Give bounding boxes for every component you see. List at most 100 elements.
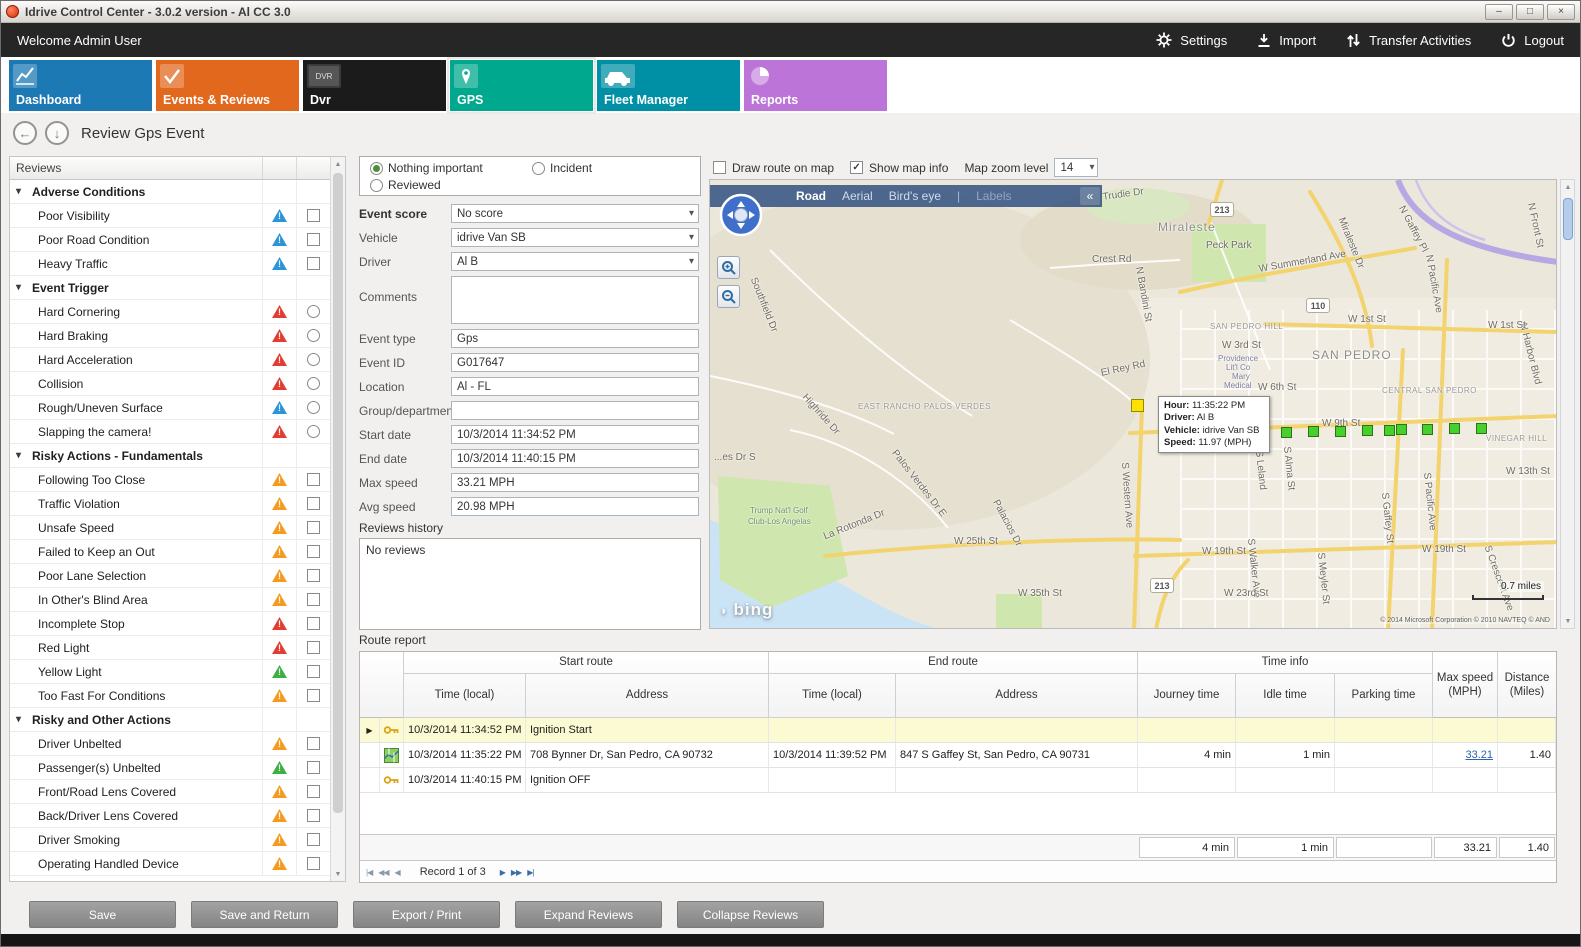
- map-scrollbar[interactable]: [1560, 179, 1575, 629]
- group-department-field[interactable]: [451, 401, 699, 420]
- route-marker-green[interactable]: [1308, 426, 1319, 437]
- start-address-column-header[interactable]: Address: [526, 674, 769, 718]
- export-print-button[interactable]: Export / Print: [353, 901, 500, 928]
- review-checkbox-red-light[interactable]: [307, 641, 320, 654]
- review-group-adverse-conditions[interactable]: Adverse Conditions: [10, 180, 330, 204]
- tab-events-reviews[interactable]: Events & Reviews: [156, 60, 299, 111]
- tab-fleet-manager[interactable]: Fleet Manager: [597, 60, 740, 111]
- location-field[interactable]: Al - FL: [451, 377, 699, 396]
- review-checkbox-back-driver-lens-covered[interactable]: [307, 809, 320, 822]
- collapse-arrow-icon[interactable]: [16, 186, 26, 197]
- review-checkbox-heavy-traffic[interactable]: [307, 257, 320, 270]
- tab-dvr[interactable]: DVRDvr: [303, 60, 446, 111]
- review-checkbox-driver-smoking[interactable]: [307, 833, 320, 846]
- start-time-column-header[interactable]: Time (local): [404, 674, 526, 718]
- review-checkbox-incomplete-stop[interactable]: [307, 617, 320, 630]
- review-checkbox-poor-visibility[interactable]: [307, 209, 320, 222]
- maximize-button[interactable]: [1516, 4, 1544, 20]
- tab-reports[interactable]: Reports: [744, 60, 887, 111]
- map-view-aerial[interactable]: Aerial: [842, 189, 873, 203]
- collapse-reviews-button[interactable]: Collapse Reviews: [677, 901, 824, 928]
- route-marker-green[interactable]: [1335, 426, 1346, 437]
- vehicle-select[interactable]: idrive Van SB: [451, 228, 699, 247]
- review-checkbox-following-too-close[interactable]: [307, 473, 320, 486]
- scroll-down-icon[interactable]: [331, 867, 345, 881]
- bing-logo[interactable]: bing: [720, 600, 773, 620]
- max-speed-column-header[interactable]: Max speed (MPH): [1433, 652, 1498, 718]
- review-checkbox-failed-to-keep-an-out[interactable]: [307, 545, 320, 558]
- route-marker-green[interactable]: [1396, 424, 1407, 435]
- save-and-return-button[interactable]: Save and Return: [191, 901, 338, 928]
- minimize-button[interactable]: [1485, 4, 1513, 20]
- review-radio-slapping-the-camera[interactable]: [307, 425, 320, 438]
- route-report-row[interactable]: 10/3/2014 11:40:15 PMIgnition OFF: [360, 768, 1556, 793]
- route-marker-green[interactable]: [1422, 424, 1433, 435]
- scrollbar-thumb[interactable]: [333, 173, 343, 813]
- bing-map[interactable]: Trudie DrN Front StPeck ParkW Summerland…: [709, 179, 1557, 629]
- comments-input[interactable]: [451, 276, 699, 324]
- review-checkbox-front-road-lens-covered[interactable]: [307, 785, 320, 798]
- route-marker-green[interactable]: [1281, 427, 1292, 438]
- tab-dashboard[interactable]: Dashboard: [9, 60, 152, 111]
- collapse-page-button[interactable]: [45, 121, 69, 145]
- journey-time-column-header[interactable]: Journey time: [1138, 674, 1236, 718]
- collapse-arrow-icon[interactable]: [16, 282, 26, 293]
- zoom-out-button[interactable]: [717, 285, 740, 308]
- map-zoom-select[interactable]: 14: [1054, 158, 1098, 177]
- tab-gps[interactable]: GPS: [450, 60, 593, 111]
- back-button[interactable]: [13, 121, 37, 145]
- scroll-up-icon[interactable]: [1561, 180, 1575, 194]
- idle-time-column-header[interactable]: Idle time: [1236, 674, 1335, 718]
- review-radio-rough-uneven-surface[interactable]: [307, 401, 320, 414]
- reviews-scrollbar[interactable]: [330, 157, 345, 881]
- review-radio-hard-acceleration[interactable]: [307, 353, 320, 366]
- save-button[interactable]: Save: [29, 901, 176, 928]
- review-group-risky-actions-fundamentals[interactable]: Risky Actions - Fundamentals: [10, 444, 330, 468]
- end-time-column-header[interactable]: Time (local): [769, 674, 896, 718]
- review-radio-hard-cornering[interactable]: [307, 305, 320, 318]
- event-id-field[interactable]: G017647: [451, 353, 699, 372]
- review-checkbox-unsafe-speed[interactable]: [307, 521, 320, 534]
- route-report-row[interactable]: 10/3/2014 11:35:22 PM708 Bynner Dr, San …: [360, 743, 1556, 768]
- review-checkbox-operating-handled-device[interactable]: [307, 857, 320, 870]
- event-type-field[interactable]: Gps: [451, 329, 699, 348]
- review-radio-hard-braking[interactable]: [307, 329, 320, 342]
- close-button[interactable]: [1547, 4, 1575, 20]
- review-checkbox-too-fast-for-conditions[interactable]: [307, 689, 320, 702]
- show-map-info-checkbox[interactable]: [850, 161, 863, 174]
- avg-speed-field[interactable]: 20.98 MPH: [451, 497, 699, 516]
- end-date-field[interactable]: 10/3/2014 11:40:15 PM: [451, 449, 699, 468]
- start-date-field[interactable]: 10/3/2014 11:34:52 PM: [451, 425, 699, 444]
- draw-route-checkbox[interactable]: [713, 161, 726, 174]
- review-group-event-trigger[interactable]: Event Trigger: [10, 276, 330, 300]
- review-checkbox-yellow-light[interactable]: [307, 665, 320, 678]
- logout-button[interactable]: Logout: [1501, 32, 1564, 48]
- expand-reviews-button[interactable]: Expand Reviews: [515, 901, 662, 928]
- map-compass[interactable]: [718, 192, 764, 243]
- zoom-in-button[interactable]: [717, 256, 740, 279]
- route-marker-yellow[interactable]: [1131, 399, 1144, 412]
- settings-button[interactable]: Settings: [1156, 32, 1227, 48]
- review-checkbox-in-other-s-blind-area[interactable]: [307, 593, 320, 606]
- radio-nothing-important[interactable]: Nothing important: [370, 161, 483, 175]
- distance-column-header[interactable]: Distance (Miles): [1498, 652, 1556, 718]
- review-checkbox-traffic-violation[interactable]: [307, 497, 320, 510]
- import-button[interactable]: Import: [1257, 32, 1316, 48]
- end-address-column-header[interactable]: Address: [896, 674, 1138, 718]
- scrollbar-thumb[interactable]: [1563, 198, 1573, 240]
- route-marker-green[interactable]: [1476, 423, 1487, 434]
- prev-page-button[interactable]: ◀◀: [378, 868, 388, 877]
- radio-reviewed[interactable]: Reviewed: [370, 178, 441, 192]
- review-checkbox-driver-unbelted[interactable]: [307, 737, 320, 750]
- collapse-arrow-icon[interactable]: [16, 450, 26, 461]
- next-record-button[interactable]: ▶: [500, 868, 505, 877]
- max-speed-link[interactable]: 33.21: [1465, 749, 1493, 761]
- transfer-button[interactable]: Transfer Activities: [1346, 32, 1471, 48]
- last-record-button[interactable]: ▶|: [527, 868, 533, 877]
- route-marker-green[interactable]: [1449, 423, 1460, 434]
- collapse-arrow-icon[interactable]: [16, 714, 26, 725]
- map-view-labels[interactable]: Labels: [976, 189, 1011, 203]
- parking-time-column-header[interactable]: Parking time: [1335, 674, 1433, 718]
- review-group-risky-and-other-actions[interactable]: Risky and Other Actions: [10, 708, 330, 732]
- first-record-button[interactable]: |◀: [366, 868, 372, 877]
